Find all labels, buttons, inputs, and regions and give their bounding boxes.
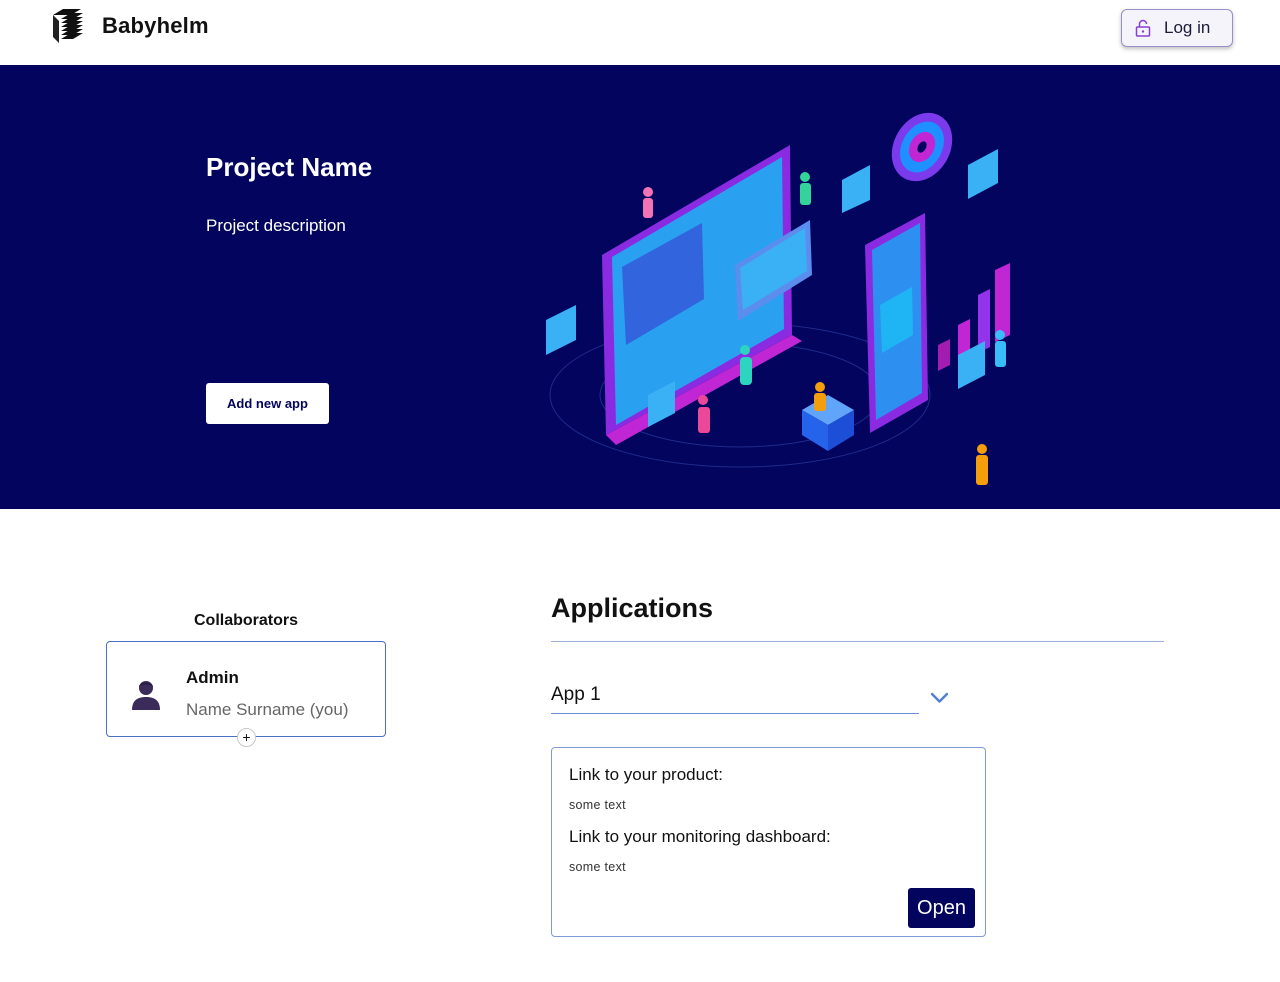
open-button[interactable]: Open	[908, 888, 975, 928]
dashboard-link-label: Link to your monitoring dashboard:	[569, 827, 831, 846]
dashboard-link-value[interactable]: some text	[569, 860, 626, 874]
brand[interactable]: Babyhelm	[47, 7, 209, 45]
collaborator-card[interactable]: Admin Name Surname (you)	[106, 641, 386, 737]
add-collaborator-button[interactable]: +	[237, 728, 256, 747]
collaborators-title: Collaborators	[193, 612, 298, 629]
app-select-value: App 1	[551, 684, 601, 705]
collaborator-role: Admin	[186, 668, 239, 687]
login-label: Log in	[1164, 18, 1211, 37]
brand-name: Babyhelm	[102, 13, 209, 38]
divider	[551, 641, 1164, 642]
person-icon	[132, 681, 160, 710]
chevron-down-icon[interactable]	[930, 692, 949, 704]
app-select[interactable]: App 1	[551, 680, 919, 714]
add-new-app-button[interactable]: Add new app	[206, 383, 329, 424]
collaborator-name: Name Surname (you)	[186, 700, 349, 719]
login-button[interactable]: Log in	[1121, 9, 1233, 47]
dashboard-illustration	[546, 112, 1010, 485]
lock-icon	[1135, 19, 1151, 37]
project-hero: Project Name Project description Add new…	[0, 65, 1280, 509]
product-link-value[interactable]: some text	[569, 798, 626, 812]
project-title: Project Name	[206, 152, 373, 182]
applications-title: Applications	[551, 593, 714, 623]
babyhelm-logo-icon	[53, 9, 83, 43]
product-link-label: Link to your product:	[569, 765, 724, 784]
project-description: Project description	[206, 216, 346, 235]
app-details-card: Link to your product: some text Link to …	[551, 747, 986, 937]
top-navbar: Babyhelm Log in	[0, 0, 1280, 65]
